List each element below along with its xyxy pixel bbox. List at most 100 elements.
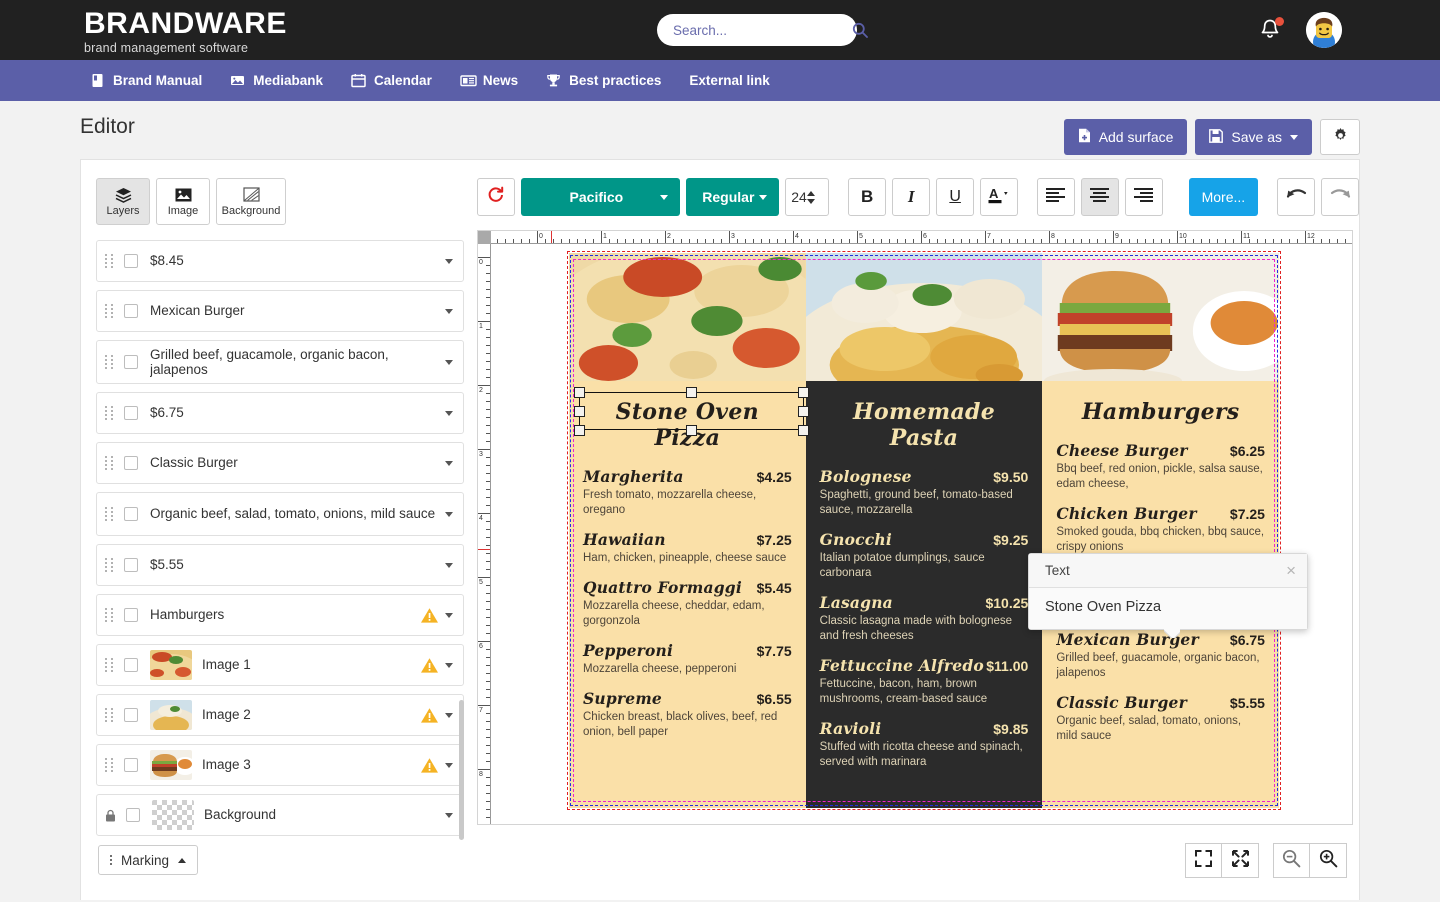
vertical-ruler[interactable]: 0123456789 (478, 244, 491, 824)
chevron-down-icon[interactable] (445, 712, 453, 718)
menu-item[interactable]: Hawaiian $7.25 Ham, chicken, pineapple, ch… (583, 530, 792, 566)
chevron-down-icon[interactable] (445, 359, 453, 365)
tab-layers[interactable]: Layers (96, 178, 150, 225)
selected-text-box[interactable] (579, 392, 804, 430)
chevron-down-icon[interactable] (445, 762, 453, 768)
drag-handle[interactable] (105, 507, 115, 521)
menu-item[interactable]: Mexican Burger $6.75 Grilled beef, guacamo… (1056, 630, 1265, 681)
menu-item[interactable]: Quattro Formaggi $5.45 Mozzarella cheese, … (583, 578, 792, 629)
chevron-down-icon[interactable] (445, 812, 453, 818)
photo-pizza[interactable] (569, 253, 806, 388)
menu-item[interactable]: Ravioli $9.85 Stuffed with ricotta cheese … (820, 719, 1029, 770)
layer-row[interactable]: $5.55 (96, 544, 464, 586)
nav-item-brand-manual[interactable]: Brand Manual (76, 60, 216, 101)
align-center-button[interactable] (1080, 178, 1119, 216)
nav-item-best-practices[interactable]: Best practices (532, 60, 675, 101)
chevron-down-icon[interactable] (445, 562, 453, 568)
zoom-out-button[interactable] (1273, 843, 1310, 878)
stepper-arrows[interactable] (807, 190, 823, 204)
more-button[interactable]: More... (1188, 178, 1259, 216)
search-input[interactable] (671, 21, 852, 39)
bold-button[interactable]: B (848, 178, 887, 216)
menu-item[interactable]: Fettuccine Alfredo $11.00 Fettuccine, baco… (820, 656, 1029, 707)
layer-checkbox[interactable] (126, 808, 140, 822)
horizontal-ruler[interactable]: 1012345678910111213 (491, 231, 1352, 244)
font-family-select[interactable]: Pacifico (521, 178, 680, 216)
layer-checkbox[interactable] (124, 355, 138, 369)
menu-item[interactable]: Supreme $6.55 Chicken breast, black olives… (583, 689, 792, 740)
layer-checkbox[interactable] (124, 456, 138, 470)
artboard[interactable]: Stone Oven Pizza Margherita $4.25 Fresh tom… (567, 251, 1281, 810)
nav-item-mediabank[interactable]: Mediabank (216, 60, 337, 101)
photo-pasta[interactable] (805, 253, 1043, 388)
chevron-down-icon[interactable] (445, 662, 453, 668)
layer-row[interactable]: Image 3 (96, 744, 464, 786)
redo-button[interactable] (1321, 178, 1360, 216)
layer-row[interactable]: Background (96, 794, 464, 836)
menu-item[interactable]: Classic Burger $5.55 Organic beef, salad, … (1056, 693, 1265, 744)
nav-item-external-link[interactable]: External link (675, 60, 783, 101)
menu-column[interactable]: Homemade Pasta Bolognese $9.50 Spaghetti, g… (805, 381, 1043, 808)
align-left-button[interactable] (1036, 178, 1075, 216)
text-color-button[interactable]: A (980, 178, 1019, 216)
scrollbar-thumb[interactable] (459, 700, 464, 840)
undo-button[interactable] (1277, 178, 1316, 216)
layer-list[interactable]: $8.45 Mexican Burger Grilled beef, guacamo… (96, 240, 464, 902)
drag-handle[interactable] (105, 304, 115, 318)
zoom-in-button[interactable] (1310, 843, 1347, 878)
warning-icon[interactable] (420, 656, 439, 675)
layer-checkbox[interactable] (124, 254, 138, 268)
marking-button[interactable]: Marking (98, 845, 199, 875)
chevron-down-icon[interactable] (445, 612, 453, 618)
search-icon[interactable] (852, 22, 868, 38)
fit-screen-button[interactable] (1185, 843, 1222, 878)
layer-row[interactable]: $8.45 (96, 240, 464, 282)
drag-handle[interactable] (105, 758, 115, 772)
text-edit-popup[interactable]: Text × Stone Oven Pizza (1028, 553, 1308, 630)
layer-checkbox[interactable] (124, 708, 138, 722)
notification-bell-icon[interactable] (1259, 17, 1284, 44)
layer-row[interactable]: Mexican Burger (96, 290, 464, 332)
underline-button[interactable]: U (936, 178, 975, 216)
layer-row[interactable]: Grilled beef, guacamole, organic bacon, … (96, 340, 464, 384)
layer-checkbox[interactable] (124, 304, 138, 318)
menu-item[interactable]: Lasagna $10.25 Classic lasagna made with b… (820, 593, 1029, 644)
menu-item[interactable]: Gnocchi $9.25 Italian potatoe dumplings, s… (820, 530, 1029, 581)
layer-row[interactable]: Classic Burger (96, 442, 464, 484)
drag-handle[interactable] (105, 658, 115, 672)
layer-checkbox[interactable] (124, 507, 138, 521)
layer-checkbox[interactable] (124, 406, 138, 420)
avatar[interactable] (1306, 12, 1342, 48)
layer-list-scrollbar[interactable] (459, 240, 464, 902)
photo-burger[interactable] (1042, 253, 1280, 388)
close-icon[interactable]: × (1286, 562, 1296, 579)
menu-item[interactable]: Margherita $4.25 Fresh tomato, mozzarella … (583, 467, 792, 518)
menu-item[interactable]: Bolognese $9.50 Spaghetti, ground beef, to… (820, 467, 1029, 518)
drag-handle[interactable] (105, 608, 115, 622)
layer-row[interactable]: Organic beef, salad, tomato, onions, mil… (96, 492, 464, 536)
canvas-stage[interactable]: Stone Oven Pizza Margherita $4.25 Fresh tom… (492, 245, 1352, 824)
chevron-down-icon[interactable] (445, 410, 453, 416)
tab-background[interactable]: Background (216, 178, 286, 225)
chevron-down-icon[interactable] (445, 258, 453, 264)
layer-checkbox[interactable] (124, 658, 138, 672)
layer-row[interactable]: Image 2 (96, 694, 464, 736)
layer-checkbox[interactable] (124, 758, 138, 772)
add-surface-button[interactable]: Add surface (1063, 119, 1188, 155)
layer-checkbox[interactable] (124, 558, 138, 572)
chevron-down-icon[interactable] (445, 308, 453, 314)
nav-item-news[interactable]: News (446, 60, 532, 101)
save-as-button[interactable]: Save as (1195, 119, 1312, 155)
menu-column[interactable]: Stone Oven Pizza Margherita $4.25 Fresh tom… (569, 381, 806, 808)
layer-row[interactable]: Image 1 (96, 644, 464, 686)
drag-handle[interactable] (105, 406, 115, 420)
italic-button[interactable]: I (892, 178, 931, 216)
drag-handle[interactable] (105, 558, 115, 572)
menu-item[interactable]: Chicken Burger $7.25 Smoked gouda, bbq chi… (1056, 504, 1265, 555)
menu-item[interactable]: Cheese Burger $6.25 Bbq beef, red onion, p… (1056, 441, 1265, 492)
chevron-down-icon[interactable] (445, 460, 453, 466)
layer-row[interactable]: Hamburgers (96, 594, 464, 636)
warning-icon[interactable] (420, 706, 439, 725)
expand-button[interactable] (1222, 843, 1259, 878)
drag-handle[interactable] (105, 456, 115, 470)
